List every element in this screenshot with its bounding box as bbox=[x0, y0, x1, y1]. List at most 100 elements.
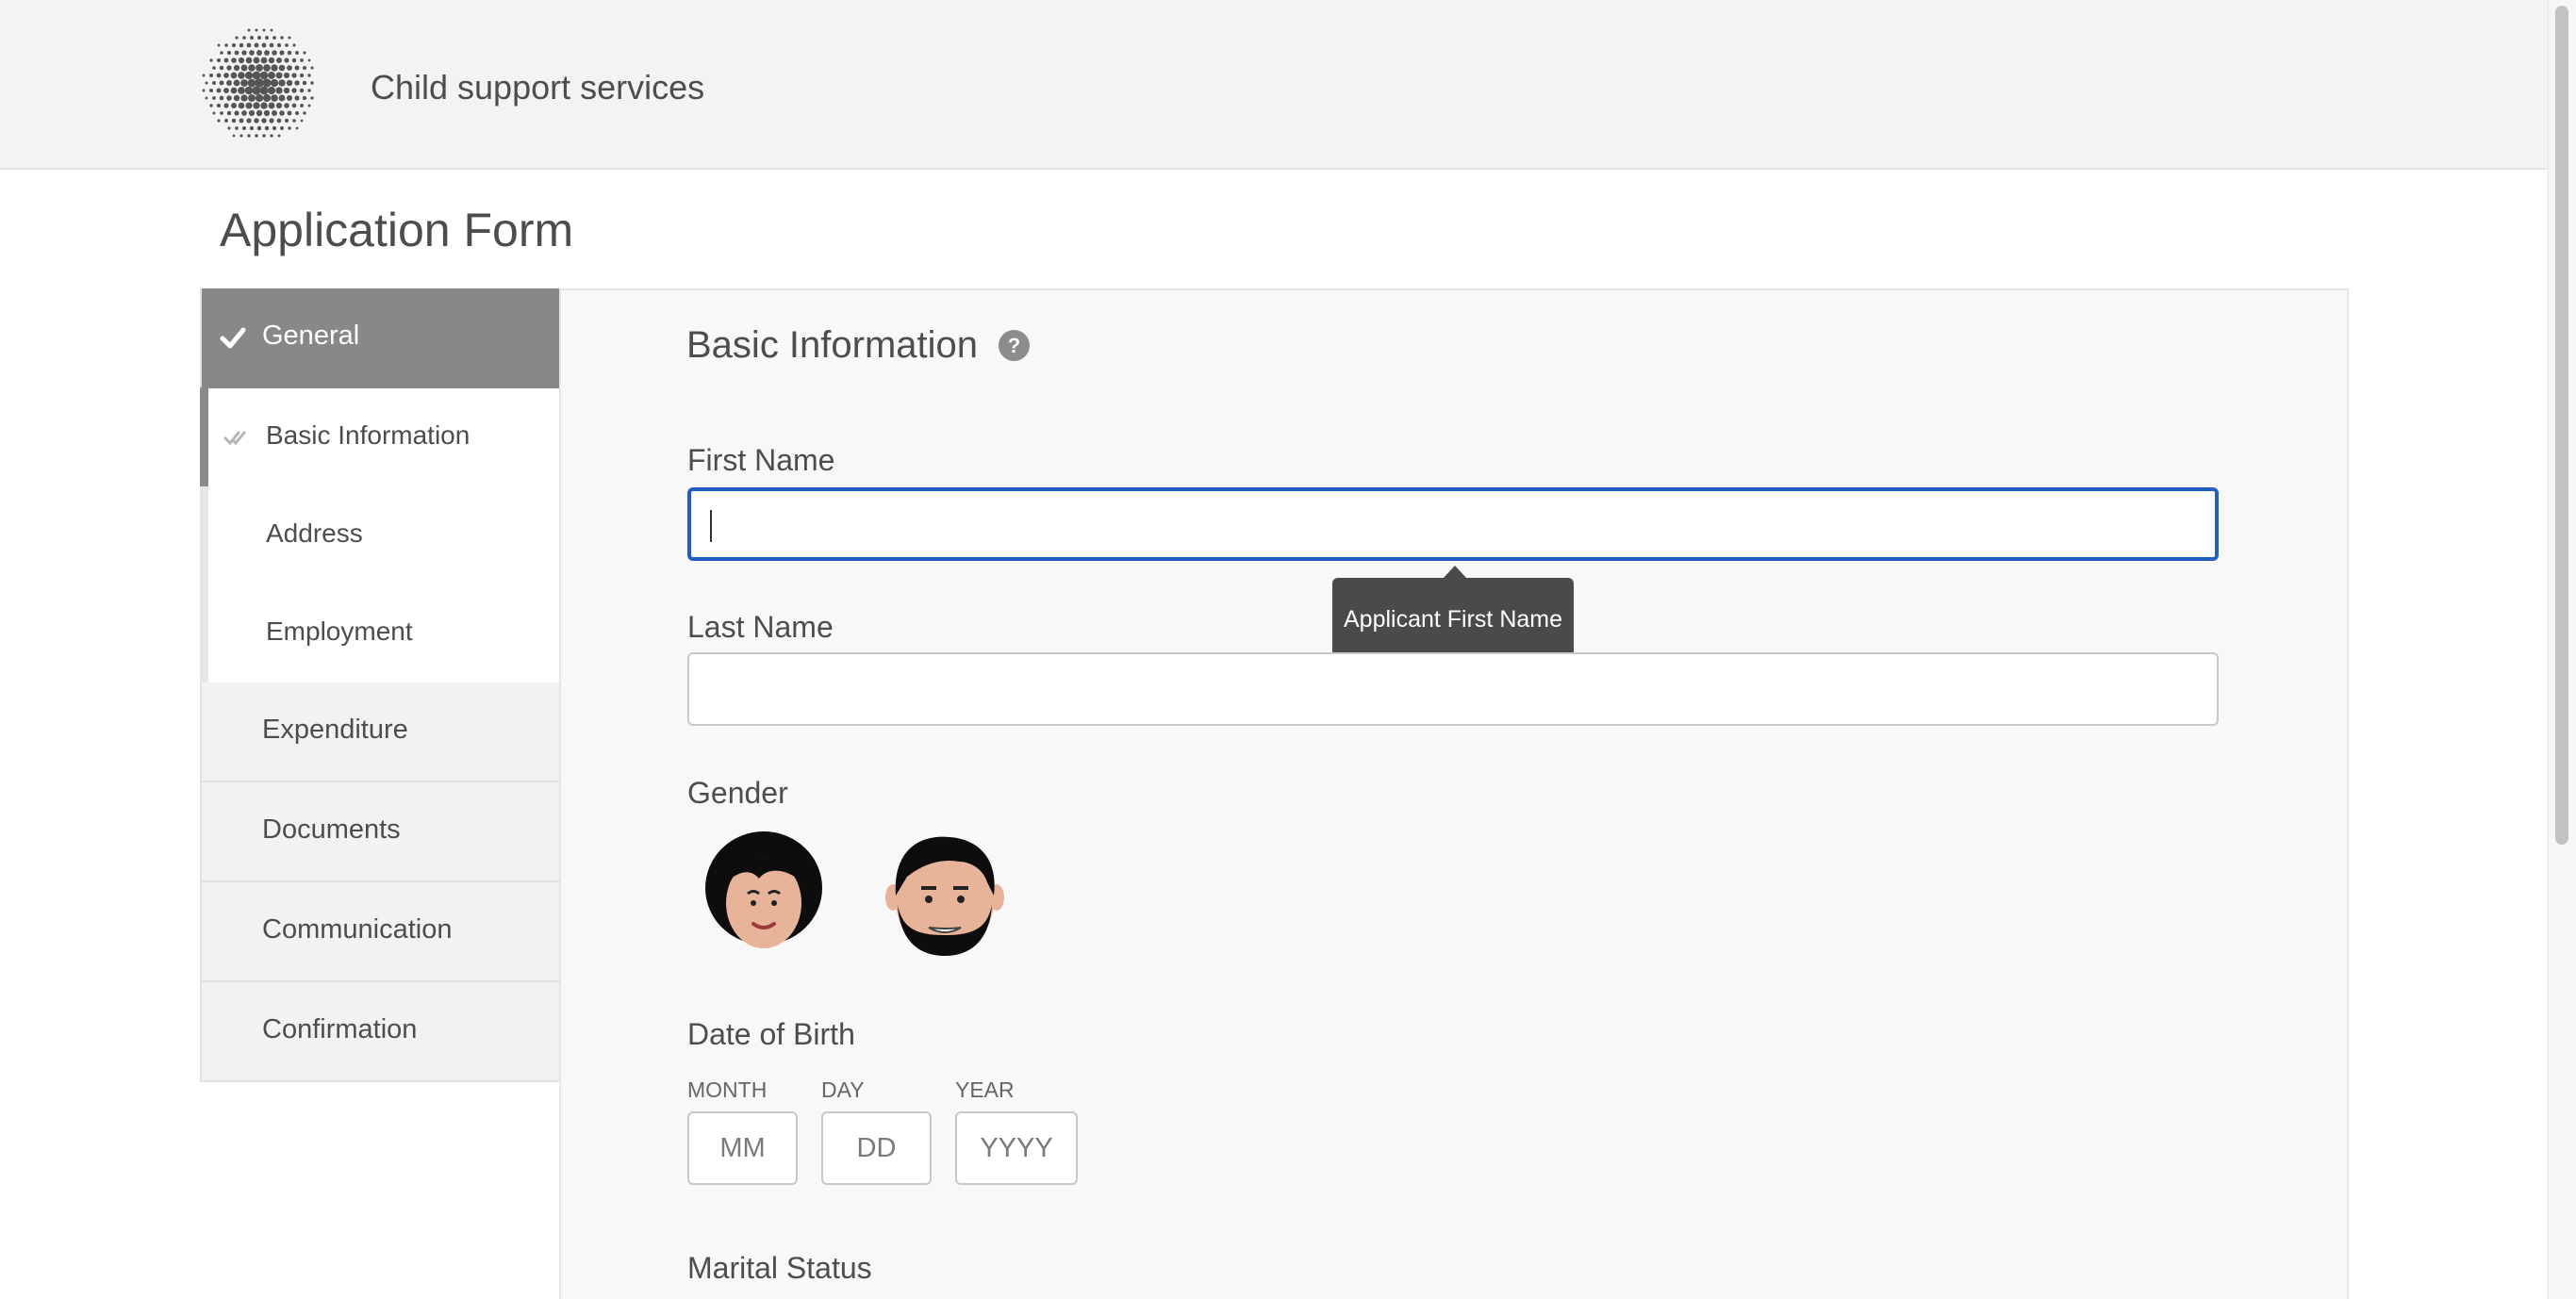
logo-dot bbox=[255, 93, 264, 103]
sidebar-item-general[interactable]: General bbox=[200, 288, 559, 388]
text-caret bbox=[710, 510, 712, 542]
logo-dot bbox=[263, 109, 271, 117]
logo-dot bbox=[238, 102, 245, 109]
logo-dot bbox=[261, 42, 267, 48]
logo-dot bbox=[294, 80, 300, 86]
logo-dot bbox=[310, 96, 314, 100]
logo-dot bbox=[226, 65, 232, 71]
logo-dot bbox=[239, 42, 244, 48]
logo-dot bbox=[288, 36, 291, 40]
logo-dot bbox=[254, 42, 259, 48]
sidebar-subitem-employment[interactable]: Employment bbox=[208, 584, 559, 682]
logo-dot bbox=[202, 74, 206, 77]
logo-dot bbox=[220, 111, 223, 115]
day-input[interactable]: DD bbox=[821, 1111, 932, 1185]
logo-dot bbox=[256, 64, 263, 72]
logo-dot bbox=[278, 64, 286, 72]
sidebar-item-confirmation[interactable]: Confirmation bbox=[200, 982, 559, 1082]
logo-dot bbox=[283, 87, 290, 94]
logo-dot bbox=[287, 110, 292, 116]
logo-dot bbox=[276, 118, 282, 123]
logo-dot bbox=[235, 36, 239, 40]
logo-dot bbox=[235, 126, 239, 130]
logo-dot bbox=[300, 119, 304, 123]
logo-dot bbox=[255, 28, 258, 32]
male-avatar[interactable] bbox=[883, 830, 1006, 958]
logo-dot bbox=[202, 89, 206, 92]
logo-dot bbox=[242, 36, 246, 40]
logo-dot bbox=[264, 125, 270, 131]
last-name-input[interactable] bbox=[687, 652, 2219, 726]
first-name-input[interactable] bbox=[687, 487, 2219, 561]
logo-dot bbox=[223, 73, 229, 78]
logo-dot bbox=[205, 81, 208, 85]
check-icon bbox=[220, 327, 246, 349]
logo-dot bbox=[279, 50, 285, 56]
day-label: DAY bbox=[821, 1077, 865, 1102]
sidebar-item-label: Confirmation bbox=[262, 1014, 418, 1044]
sidebar-item-expenditure[interactable]: Expenditure bbox=[200, 682, 559, 782]
general-sub-steps: Basic Information Address Employment bbox=[200, 388, 559, 682]
logo-dot bbox=[217, 43, 221, 47]
logo-dot bbox=[259, 71, 269, 80]
sidebar-subitem-label: Address bbox=[266, 518, 363, 548]
logo-dot bbox=[217, 119, 221, 123]
logo-dot bbox=[250, 36, 254, 40]
logo-dot bbox=[271, 64, 278, 72]
logo-dot bbox=[216, 103, 222, 108]
tooltip-arrow bbox=[1443, 566, 1467, 579]
logo-dot bbox=[277, 134, 281, 138]
logo-dot bbox=[294, 95, 300, 101]
date-of-birth-label: Date of Birth bbox=[687, 1017, 855, 1051]
logo-dot bbox=[212, 96, 216, 100]
logo-dot bbox=[300, 104, 304, 107]
dotted-globe-logo bbox=[202, 28, 314, 138]
logo-dot bbox=[256, 50, 262, 56]
female-avatar[interactable] bbox=[702, 830, 825, 958]
logo-dot bbox=[270, 78, 279, 88]
logo-dot bbox=[263, 64, 271, 72]
logo-dot bbox=[241, 110, 247, 116]
logo-dot bbox=[244, 86, 254, 95]
logo-dot bbox=[220, 51, 223, 55]
logo-dot bbox=[307, 104, 311, 107]
logo-dot bbox=[216, 73, 222, 78]
sidebar-subitem-label: Employment bbox=[266, 617, 413, 646]
sidebar-item-communication[interactable]: Communication bbox=[200, 882, 559, 982]
logo-dot bbox=[255, 134, 258, 138]
logo-dot bbox=[247, 78, 256, 88]
logo-dot bbox=[300, 58, 304, 62]
logo-dot bbox=[268, 57, 275, 64]
logo-dot bbox=[307, 89, 311, 92]
sidebar-subitem-address[interactable]: Address bbox=[208, 486, 559, 584]
double-check-icon bbox=[223, 431, 246, 446]
logo-dot bbox=[284, 58, 289, 63]
logo-dot bbox=[252, 71, 261, 80]
logo-dot bbox=[272, 50, 277, 56]
logo-dot bbox=[262, 78, 272, 88]
logo-dot bbox=[246, 42, 252, 48]
sidebar-subitem-basic-information[interactable]: Basic Information bbox=[200, 388, 559, 486]
logo-dot bbox=[212, 81, 216, 85]
logo-dot bbox=[267, 86, 276, 95]
logo-dot bbox=[272, 125, 277, 131]
logo-dot bbox=[270, 134, 273, 138]
logo-dot bbox=[303, 111, 306, 115]
logo-dot bbox=[245, 102, 253, 109]
logo-dot bbox=[226, 110, 232, 116]
logo-dot bbox=[284, 103, 289, 108]
logo-dot bbox=[262, 28, 266, 32]
logo-dot bbox=[231, 103, 237, 108]
logo-dot bbox=[224, 43, 228, 47]
scrollbar-thumb[interactable] bbox=[2555, 6, 2568, 845]
logo-dot bbox=[276, 58, 282, 63]
year-input[interactable]: YYYY bbox=[955, 1111, 1078, 1185]
logo-dot bbox=[254, 118, 259, 123]
logo-dot bbox=[240, 64, 248, 72]
question-mark-icon[interactable]: ? bbox=[999, 330, 1030, 361]
logo-dot bbox=[226, 80, 232, 86]
month-input[interactable]: MM bbox=[687, 1111, 798, 1185]
logo-dot bbox=[209, 89, 213, 92]
logo-dot bbox=[248, 64, 256, 72]
sidebar-item-documents[interactable]: Documents bbox=[200, 782, 559, 882]
